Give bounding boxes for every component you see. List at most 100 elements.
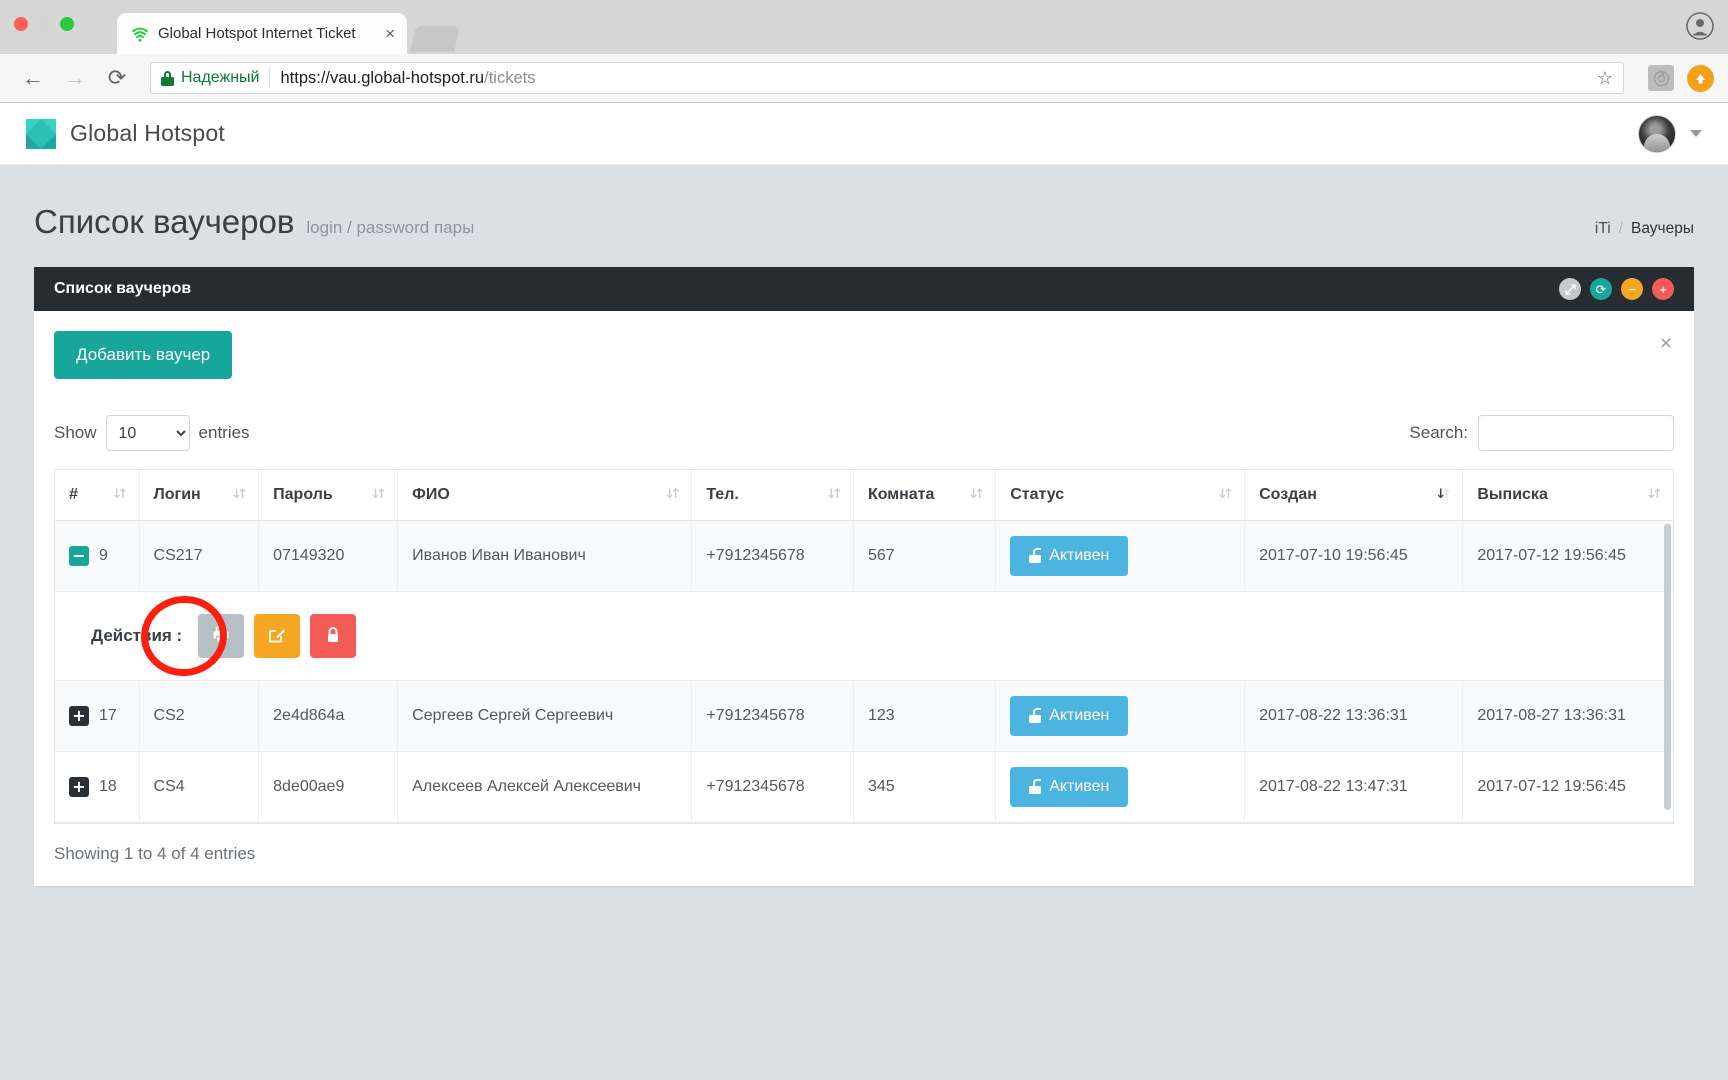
browser-tab-bar: Global Hotspot Internet Ticket × [0,0,1728,54]
sort-icon[interactable]: ↓ ↑ [968,487,985,503]
entries-per-page-select[interactable]: 10 [105,415,190,451]
close-window-button[interactable] [14,17,28,31]
column-header-checkout[interactable]: Выписка ↓ ↑ [1462,470,1673,521]
row-collapse-button[interactable]: − [69,546,89,566]
column-header-password[interactable]: Пароль ↓ ↑ [258,470,399,521]
add-voucher-button[interactable]: Добавить ваучер [54,331,233,379]
sort-icon[interactable]: ↓ ↑ [370,487,387,503]
cell-checkout: 2017-08-27 13:36:31 [1462,680,1673,752]
back-button[interactable]: ← [14,59,52,97]
update-arrow-icon[interactable] [1687,64,1714,92]
url-origin: https://vau.global-hotspot.ru [280,68,485,87]
extension-icon[interactable] [1648,65,1674,91]
cell-login: CS2 [139,680,260,752]
expand-icon[interactable] [1559,278,1581,300]
status-badge[interactable]: Активен [1010,767,1129,807]
table-row[interactable]: − 9 CS217 07149320 Иванов Иван Иванович … [55,520,1673,592]
search-control: Search: [1409,415,1674,451]
unlock-icon [1029,779,1042,794]
maximize-window-button[interactable] [60,17,74,31]
status-badge[interactable]: Активен [1010,696,1129,736]
add-icon[interactable]: + [1652,278,1674,300]
sort-icon[interactable]: ↓ ↑ [1217,487,1234,503]
cell-checkout: 2017-07-12 19:56:45 [1462,520,1673,592]
cell-status: Активен [995,680,1246,752]
wifi-icon [131,25,149,43]
vouchers-table: # ↓ ↑ Логин ↓ ↑ Пароль ↓ ↑ ФИО ↓ ↑ Тел. … [55,470,1673,823]
cell-phone: +7912345678 [691,751,854,823]
header-user-menu[interactable] [1638,114,1702,153]
brand[interactable]: Global Hotspot [26,118,225,149]
table-row[interactable]: + 18 CS4 8de00ae9 Алексеев Алексей Алекс… [55,751,1673,823]
show-label: Show [54,423,97,442]
cell-room: 345 [853,751,997,823]
cell-password: 07149320 [258,520,399,592]
datatable-controls: Show 10 entries Search: [54,415,1674,451]
collapse-icon[interactable]: − [1621,278,1643,300]
reload-button[interactable]: ⟳ [98,59,136,97]
cell-created: 2017-07-10 19:56:45 [1244,520,1464,592]
column-header-phone[interactable]: Тел. ↓ ↑ [691,470,854,521]
row-expand-button[interactable]: + [69,706,89,726]
sort-icon-active[interactable]: ↓ ↑ [1435,487,1452,503]
cell-password: 2e4d864a [258,680,399,752]
panel-title: Список ваучеров [54,280,192,297]
unlock-icon [1029,548,1042,563]
actions-label: Действия : [91,626,183,645]
unlock-icon [1029,708,1042,723]
brand-name: Global Hotspot [70,120,225,146]
column-header-created[interactable]: Создан ↓ ↑ [1244,470,1464,521]
browser-tab[interactable]: Global Hotspot Internet Ticket × [117,13,407,54]
sort-icon[interactable]: ↓ ↑ [231,487,248,503]
refresh-icon[interactable]: ⟳ [1590,278,1612,300]
row-expand-button[interactable]: + [69,777,89,797]
close-icon[interactable]: × [385,25,395,42]
security-label: Надежный [181,69,260,86]
column-label: Статус [1010,486,1065,503]
new-tab-button[interactable] [410,26,460,52]
address-bar[interactable]: Надежный https://vau.global-hotspot.ru/t… [150,62,1624,94]
url-path: /tickets [484,68,536,87]
column-label: # [69,486,78,503]
sort-icon[interactable]: ↓ ↑ [664,487,681,503]
vouchers-table-wrap: # ↓ ↑ Логин ↓ ↑ Пароль ↓ ↑ ФИО ↓ ↑ Тел. … [54,469,1674,824]
table-row[interactable]: + 17 CS2 2e4d864a Сергеев Сергей Сергеев… [55,680,1673,752]
sort-icon[interactable]: ↓ ↑ [112,487,129,503]
page-subtitle: login / password пары [306,218,475,237]
breadcrumb-root[interactable]: iTi [1595,220,1611,238]
row-id: 17 [99,707,117,724]
row-actions-bar: Действия : [69,591,1659,681]
minimize-window-button[interactable] [37,17,51,31]
lock-icon [161,70,174,86]
column-header-login[interactable]: Логин ↓ ↑ [139,470,260,521]
sort-icon[interactable]: ↓ ↑ [1646,487,1663,503]
forward-button[interactable]: → [56,59,94,97]
dismiss-alert-close-icon[interactable]: × [1660,333,1672,354]
page-title: Список ваучеров [34,203,295,240]
sort-icon[interactable]: ↓ ↑ [826,487,843,503]
bookmark-star-icon[interactable]: ☆ [1597,68,1613,89]
row-id: 18 [99,778,117,795]
table-header-row: # ↓ ↑ Логин ↓ ↑ Пароль ↓ ↑ ФИО ↓ ↑ Тел. … [55,470,1673,521]
chevron-down-icon[interactable] [1690,130,1702,137]
cell-fio: Иванов Иван Иванович [397,520,693,592]
cell-status: Активен [995,520,1246,592]
column-header-status[interactable]: Статус ↓ ↑ [995,470,1246,521]
edit-voucher-button[interactable] [254,614,301,658]
browser-profile-icon[interactable] [1686,12,1714,40]
print-voucher-button[interactable] [198,614,245,658]
printer-icon [211,625,231,648]
cell-login: CS4 [139,751,260,823]
breadcrumb: iTi / Ваучеры [1595,220,1694,238]
column-header-room[interactable]: Комната ↓ ↑ [853,470,997,521]
status-badge[interactable]: Активен [1010,536,1129,576]
column-header-fio[interactable]: ФИО ↓ ↑ [397,470,693,521]
table-vertical-scrollbar[interactable] [1664,524,1671,810]
block-voucher-button[interactable] [310,614,357,658]
table-body: − 9 CS217 07149320 Иванов Иван Иванович … [55,520,1673,823]
cell-login: CS217 [139,520,260,592]
avatar[interactable] [1638,114,1676,153]
search-input[interactable] [1478,415,1674,451]
column-header-index[interactable]: # ↓ ↑ [55,470,140,521]
status-label: Активен [1049,707,1110,724]
